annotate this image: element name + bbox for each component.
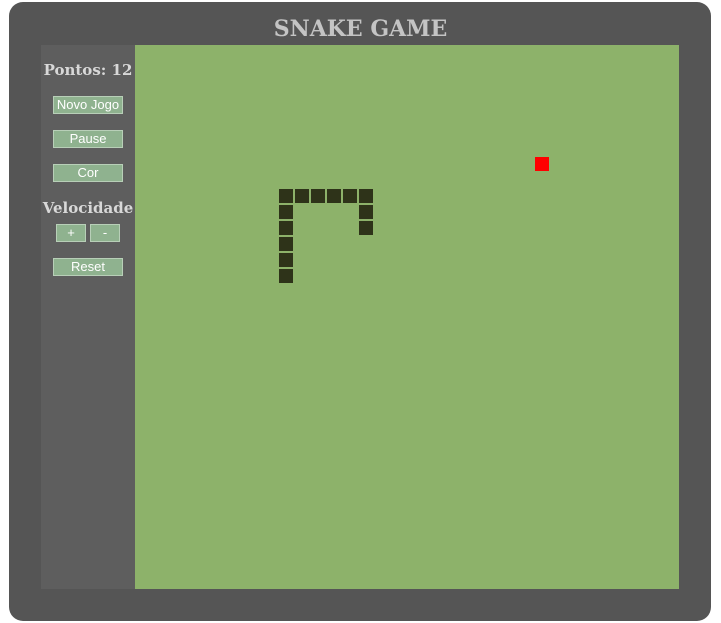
control-sidebar: Pontos: 12 Novo Jogo Pause Cor Velocidad… xyxy=(41,45,135,589)
speed-decrease-button[interactable]: - xyxy=(90,224,120,242)
snake-segment xyxy=(279,237,293,251)
snake-segment xyxy=(279,221,293,235)
food-item xyxy=(535,157,549,171)
game-title: SNAKE GAME xyxy=(273,16,448,42)
snake-segment xyxy=(295,189,309,203)
snake-segment xyxy=(279,269,293,283)
score-display: Pontos: 12 xyxy=(43,61,133,79)
snake-segment xyxy=(311,189,325,203)
snake-segment xyxy=(279,253,293,267)
speed-increase-button[interactable]: + xyxy=(56,224,86,242)
snake-segment xyxy=(279,189,293,203)
pause-button[interactable]: Pause xyxy=(53,130,123,148)
snake-segment xyxy=(327,189,341,203)
color-button[interactable]: Cor xyxy=(53,164,123,182)
snake-segment xyxy=(343,189,357,203)
snake-segment xyxy=(279,205,293,219)
snake-segment xyxy=(359,205,373,219)
speed-label: Velocidade xyxy=(42,199,134,217)
game-board[interactable] xyxy=(135,45,679,589)
snake-segment xyxy=(359,189,373,203)
reset-button[interactable]: Reset xyxy=(53,258,123,276)
snake-head xyxy=(359,221,373,235)
new-game-button[interactable]: Novo Jogo xyxy=(53,96,123,114)
